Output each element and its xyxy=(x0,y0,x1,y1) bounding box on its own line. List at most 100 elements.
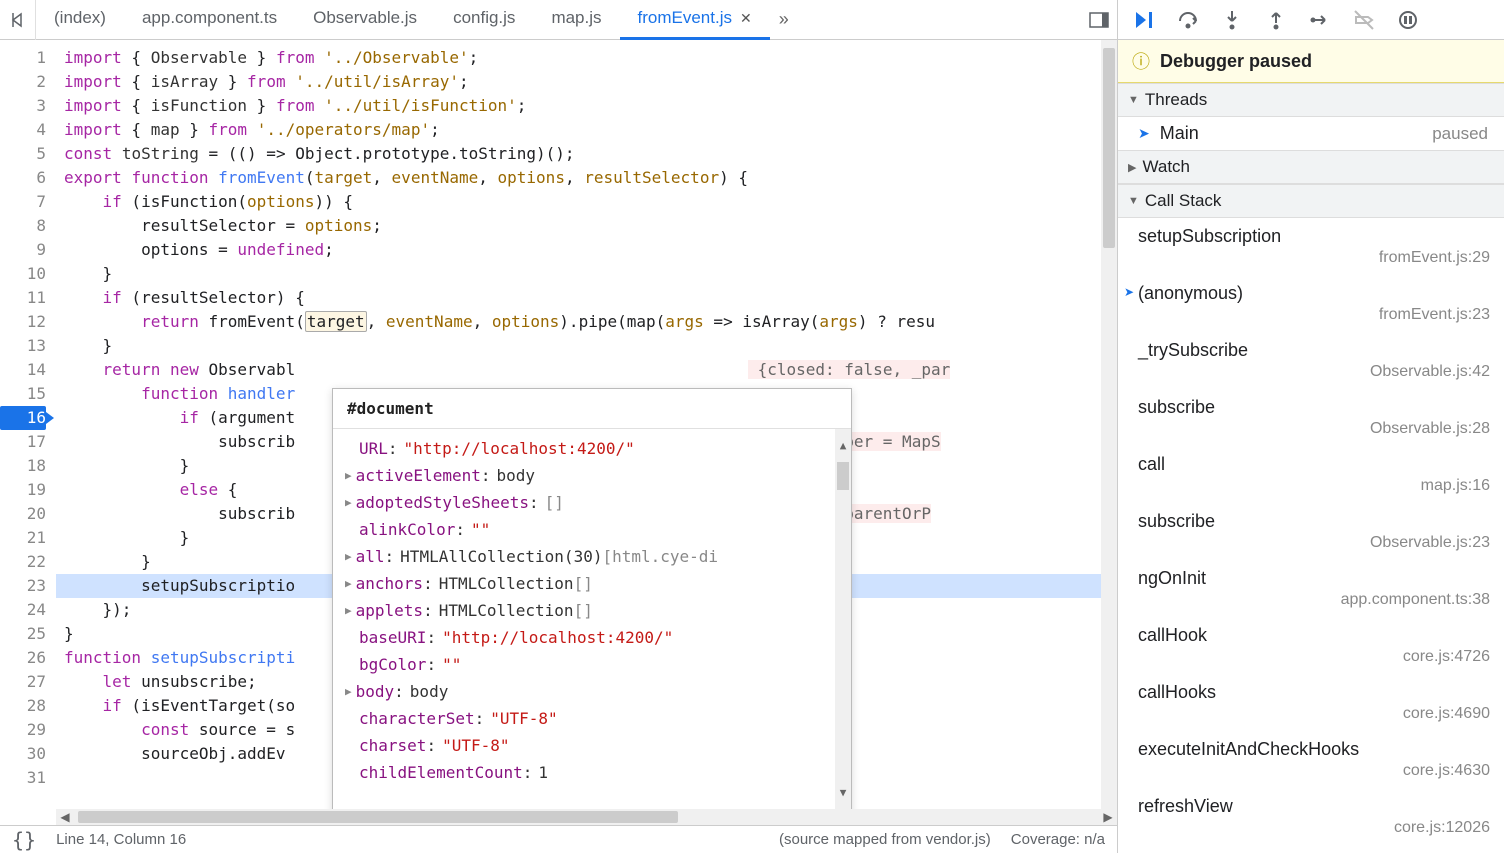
stack-frame[interactable]: setupSubscription fromEvent.js:29 xyxy=(1118,218,1504,275)
coverage-info: Coverage: n/a xyxy=(1011,831,1105,848)
editor-hscrollbar[interactable]: ◀▶ xyxy=(56,809,1117,825)
code-line[interactable]: options = undefined; xyxy=(56,238,1101,262)
frame-location: fromEvent.js:23 xyxy=(1138,306,1490,324)
tooltip-vscrollbar[interactable]: ▲▼ xyxy=(835,429,851,809)
tab-map-js[interactable]: map.js xyxy=(533,0,619,40)
nav-back-icon[interactable] xyxy=(0,0,36,40)
close-tab-icon[interactable]: ✕ xyxy=(740,10,752,27)
frame-location: core.js:4726 xyxy=(1138,648,1490,666)
thread-name: Main xyxy=(1160,123,1199,144)
banner-text: Debugger paused xyxy=(1160,51,1312,72)
call-stack-list: setupSubscription fromEvent.js:29 (anonymo… xyxy=(1118,218,1504,853)
tooltip-property-row[interactable]: charset: "UTF-8" xyxy=(341,732,827,759)
frame-name: subscribe xyxy=(1138,397,1490,418)
step-into-button[interactable] xyxy=(1218,6,1246,34)
step-over-button[interactable] xyxy=(1174,6,1202,34)
info-icon: ⓘ xyxy=(1132,48,1150,74)
frame-name: _trySubscribe xyxy=(1138,340,1490,361)
tooltip-property-row[interactable]: baseURI: "http://localhost:4200/" xyxy=(341,624,827,651)
stack-frame[interactable]: (anonymous) fromEvent.js:23 xyxy=(1118,275,1504,332)
dock-icon[interactable] xyxy=(1081,0,1117,40)
code-line[interactable]: return fromEvent(target, eventName, opti… xyxy=(56,310,1101,334)
tabs-bar: (index)app.component.tsObservable.jsconf… xyxy=(0,0,1117,40)
pause-on-exceptions-button[interactable] xyxy=(1394,6,1422,34)
frame-name: refreshView xyxy=(1138,796,1490,817)
code-line[interactable]: const toString = (() => Object.prototype… xyxy=(56,142,1101,166)
stack-frame[interactable]: subscribe Observable.js:28 xyxy=(1118,389,1504,446)
tab-observable-js[interactable]: Observable.js xyxy=(295,0,435,40)
code-line[interactable]: export function fromEvent(target, eventN… xyxy=(56,166,1101,190)
stack-frame[interactable]: ngOnInitapp.component.ts:38 xyxy=(1118,560,1504,617)
tooltip-property-row[interactable]: ▶body: body xyxy=(341,678,827,705)
frame-location: core.js:4630 xyxy=(1138,762,1490,780)
tooltip-property-row[interactable]: ▶activeElement: body xyxy=(341,462,827,489)
tab-app-component-ts[interactable]: app.component.ts xyxy=(124,0,295,40)
watch-section-header[interactable]: ▶Watch xyxy=(1118,150,1504,184)
callstack-section-header[interactable]: ▼Call Stack xyxy=(1118,184,1504,218)
deactivate-breakpoints-button[interactable] xyxy=(1350,6,1378,34)
frame-location: core.js:4690 xyxy=(1138,705,1490,723)
hover-tooltip: #document URL: "http://localhost:4200/"▶… xyxy=(332,388,852,809)
code-line[interactable]: } xyxy=(56,334,1101,358)
debug-toolbar xyxy=(1118,0,1504,40)
tooltip-property-row[interactable]: characterSet: "UTF-8" xyxy=(341,705,827,732)
step-out-button[interactable] xyxy=(1262,6,1290,34)
frame-name: setupSubscription xyxy=(1138,226,1490,247)
resume-button[interactable] xyxy=(1130,6,1158,34)
frame-name: callHooks xyxy=(1138,682,1490,703)
step-button[interactable] xyxy=(1306,6,1334,34)
stack-frame[interactable]: subscribe Observable.js:23 xyxy=(1118,503,1504,560)
tooltip-property-row[interactable]: URL: "http://localhost:4200/" xyxy=(341,435,827,462)
line-gutter: 1234567891011121314151617181920212223242… xyxy=(0,40,56,809)
tooltip-body[interactable]: URL: "http://localhost:4200/"▶activeElem… xyxy=(333,429,835,809)
tab-fromevent-js[interactable]: fromEvent.js✕ xyxy=(620,0,770,40)
stack-frame[interactable]: refreshViewcore.js:12026 xyxy=(1118,788,1504,845)
thread-row[interactable]: ➤ Main paused xyxy=(1118,117,1504,150)
stack-frame[interactable]: renderComponentOrTemplatecore.js:12142 xyxy=(1118,845,1504,853)
frame-location: Observable.js:28 xyxy=(1138,420,1490,438)
frame-name: callHook xyxy=(1138,625,1490,646)
code-line[interactable]: resultSelector = options; xyxy=(56,214,1101,238)
tab--index-[interactable]: (index) xyxy=(36,0,124,40)
tooltip-property-row[interactable]: ▶adoptedStyleSheets: [] xyxy=(341,489,827,516)
tooltip-property-row[interactable]: childElementCount: 1 xyxy=(341,759,827,786)
code-line[interactable]: import { map } from '../operators/map'; xyxy=(56,118,1101,142)
code-line[interactable]: import { Observable } from '../Observabl… xyxy=(56,46,1101,70)
tooltip-property-row[interactable]: ▶anchors: HTMLCollection [] xyxy=(341,570,827,597)
stack-frame[interactable]: callHooks core.js:4690 xyxy=(1118,674,1504,731)
frame-location: Observable.js:23 xyxy=(1138,534,1490,552)
format-icon[interactable]: {} xyxy=(12,828,36,852)
frame-location: Observable.js:42 xyxy=(1138,363,1490,381)
current-thread-icon: ➤ xyxy=(1138,125,1150,142)
frame-location: fromEvent.js:29 xyxy=(1138,249,1490,267)
stack-frame[interactable]: callHook core.js:4726 xyxy=(1118,617,1504,674)
more-tabs-icon[interactable]: » xyxy=(770,9,798,30)
code-line[interactable]: import { isArray } from '../util/isArray… xyxy=(56,70,1101,94)
frame-name: (anonymous) xyxy=(1138,283,1490,304)
debugger-banner: ⓘ Debugger paused xyxy=(1118,40,1504,83)
thread-state: paused xyxy=(1432,124,1488,144)
code-line[interactable]: } xyxy=(56,262,1101,286)
tab-config-js[interactable]: config.js xyxy=(435,0,533,40)
frame-name: ngOnInit xyxy=(1138,568,1490,589)
tooltip-property-row[interactable]: ▶applets: HTMLCollection [] xyxy=(341,597,827,624)
code-line[interactable]: return new Observabl {closed: false, _pa… xyxy=(56,358,1101,382)
code-line[interactable]: import { isFunction } from '../util/isFu… xyxy=(56,94,1101,118)
frame-name: subscribe xyxy=(1138,511,1490,532)
stack-frame[interactable]: call map.js:16 xyxy=(1118,446,1504,503)
frame-name: call xyxy=(1138,454,1490,475)
frame-name: executeInitAndCheckHooks xyxy=(1138,739,1490,760)
threads-section-header[interactable]: ▼Threads xyxy=(1118,83,1504,117)
tooltip-property-row[interactable]: alinkColor: "" xyxy=(341,516,827,543)
cursor-position: Line 14, Column 16 xyxy=(56,831,186,848)
editor-vscrollbar[interactable] xyxy=(1101,40,1117,809)
tooltip-property-row[interactable]: ▶all: HTMLAllCollection(30) [html.cye-di xyxy=(341,543,827,570)
code-line[interactable]: if (isFunction(options)) { xyxy=(56,190,1101,214)
tooltip-property-row[interactable]: bgColor: "" xyxy=(341,651,827,678)
code-line[interactable]: if (resultSelector) { xyxy=(56,286,1101,310)
stack-frame[interactable]: _trySubscribe Observable.js:42 xyxy=(1118,332,1504,389)
frame-location: map.js:16 xyxy=(1138,477,1490,495)
source-map-info: (source mapped from vendor.js) xyxy=(779,831,991,848)
stack-frame[interactable]: executeInitAndCheckHooks core.js:4630 xyxy=(1118,731,1504,788)
code-editor[interactable]: 1234567891011121314151617181920212223242… xyxy=(0,40,1117,809)
